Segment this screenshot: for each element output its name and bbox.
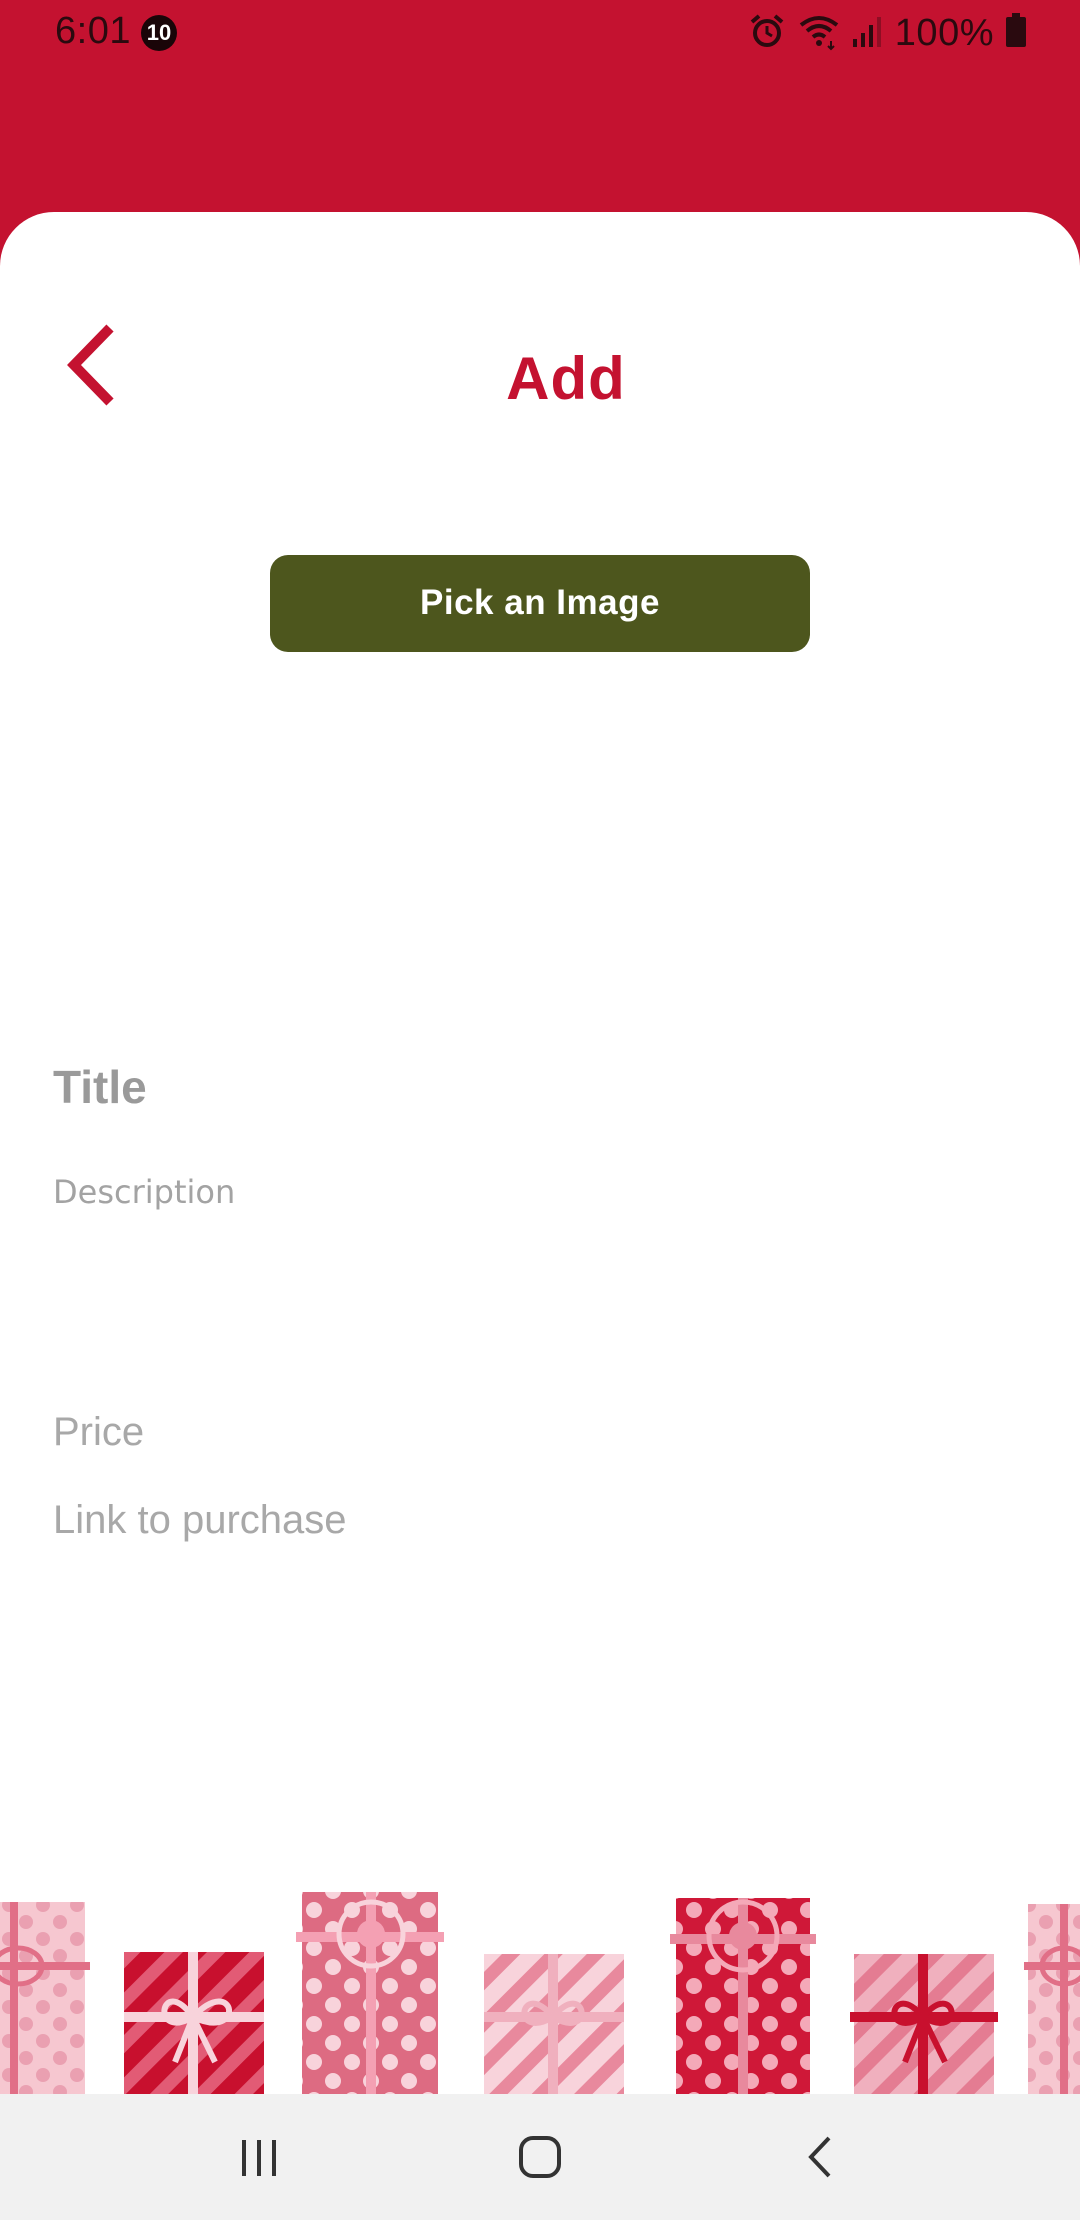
battery-icon (1004, 11, 1028, 56)
home-button[interactable] (480, 2117, 600, 2197)
gift-boxes-illustration (0, 1892, 1080, 2094)
page-title: Add (506, 345, 626, 412)
signal-icon (851, 11, 885, 56)
battery-percent: 100% (894, 11, 994, 54)
purchase-link-field[interactable]: Link to purchase (53, 1485, 1023, 1555)
notification-count-badge: 10 (141, 15, 177, 51)
price-field[interactable]: Price (53, 1397, 1023, 1467)
back-nav-button[interactable] (762, 2117, 882, 2197)
recent-apps-icon (242, 2140, 276, 2176)
back-icon (808, 2136, 831, 2178)
title-field[interactable]: Title (53, 1052, 1023, 1122)
status-icons: 100% (747, 10, 1028, 56)
alarm-icon (747, 11, 787, 56)
status-time: 6:01 (55, 10, 131, 52)
system-nav-bar (0, 2094, 1080, 2220)
description-field[interactable]: Description (53, 1167, 1023, 1367)
content-sheet: Add Pick an Image Title Description Pric… (0, 212, 1080, 2094)
recent-apps-button[interactable] (199, 2117, 319, 2197)
wifi-icon (797, 11, 841, 56)
home-icon (519, 2136, 561, 2178)
pick-image-button[interactable]: Pick an Image (270, 555, 810, 652)
status-bar: 6:01 10 100% (0, 0, 1080, 66)
